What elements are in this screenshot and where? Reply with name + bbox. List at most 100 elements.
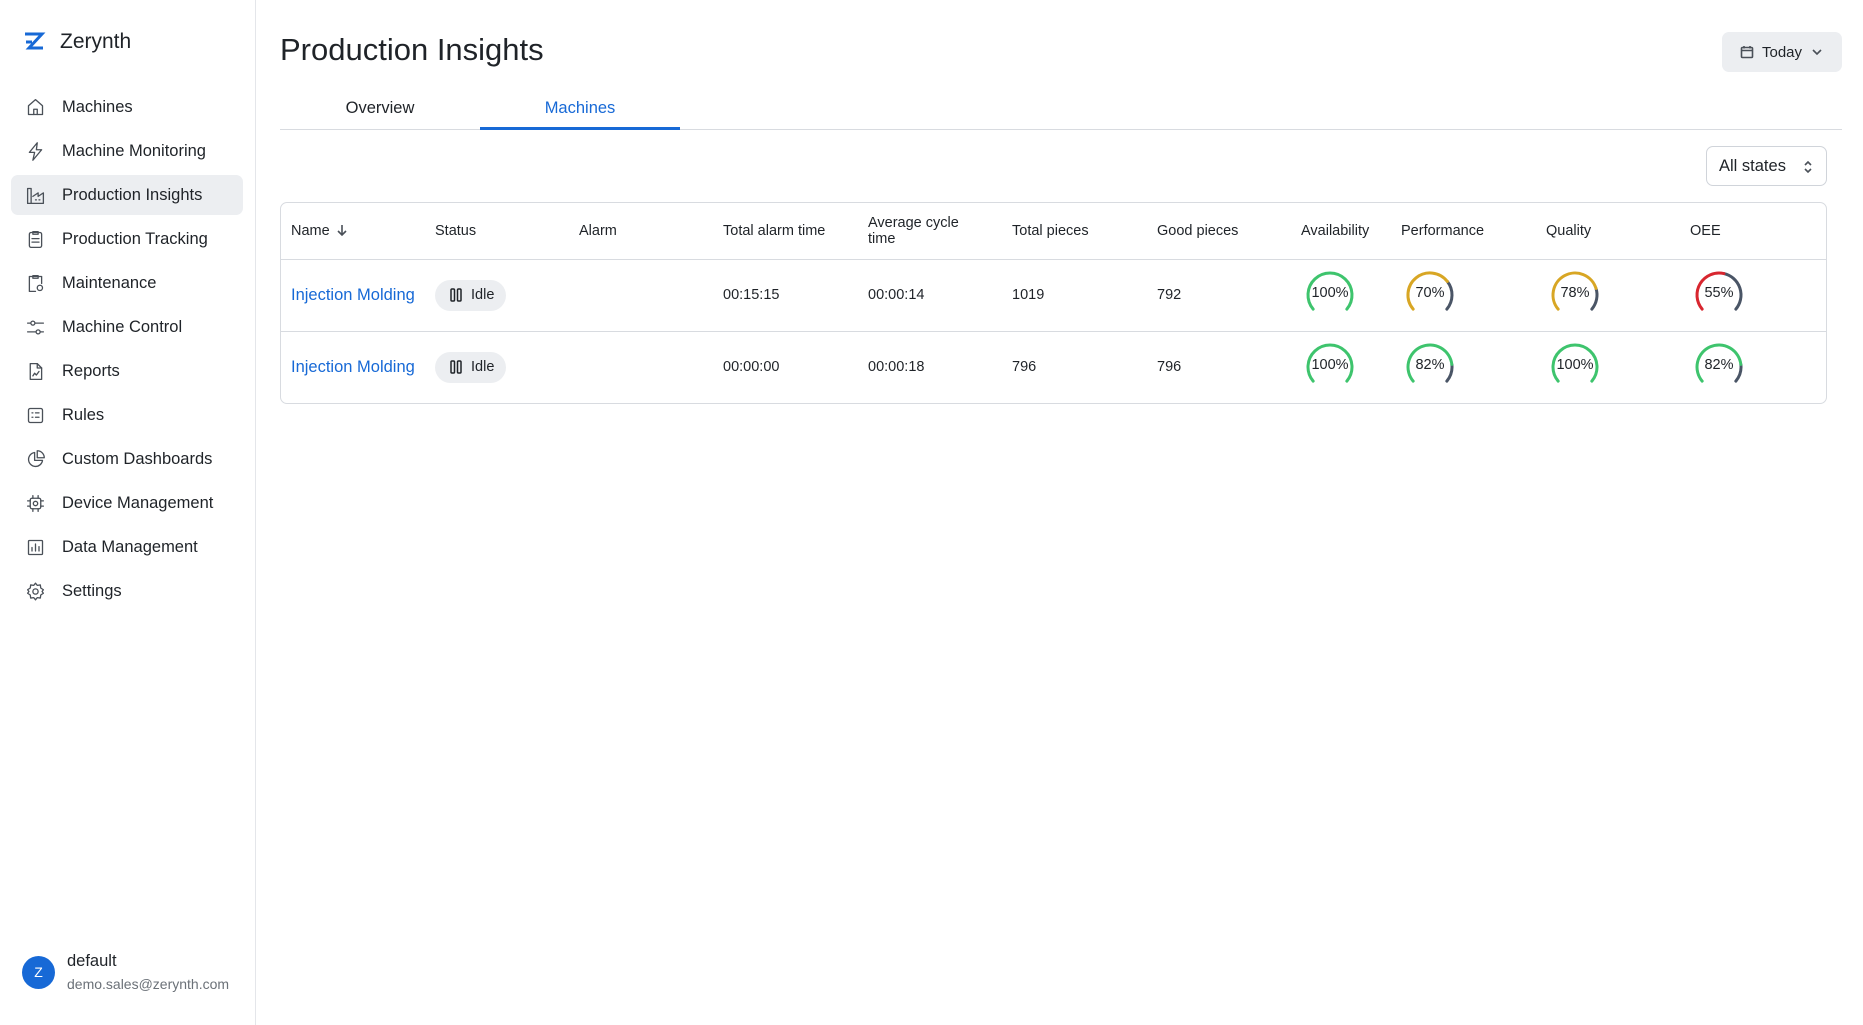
sidebar-item-label: Production Tracking (62, 229, 208, 248)
column-header-name[interactable]: Name (281, 203, 425, 260)
gear-icon (24, 580, 46, 602)
sidebar-item-label: Reports (62, 361, 120, 380)
user-profile[interactable]: Z default demo.sales@zerynth.com (22, 952, 229, 992)
good-pieces-cell: 792 (1147, 259, 1291, 332)
date-filter-label: Today (1761, 43, 1803, 61)
gauge-value: 100% (1556, 357, 1594, 374)
oee-gauge: 55% (1690, 269, 1748, 321)
table-header-row: Name Status Alarm Total alarm time Avera… (281, 203, 1826, 260)
gauge-value: 70% (1415, 285, 1445, 301)
alarm-cell (569, 331, 713, 403)
performance-gauge: 70% (1401, 269, 1459, 321)
sidebar-item-production-tracking[interactable]: Production Tracking (11, 219, 243, 259)
column-header-label: Name (291, 222, 330, 239)
user-name: default (67, 952, 117, 970)
pause-icon (450, 288, 462, 302)
status-badge: Idle (435, 351, 507, 383)
average-cycle-time-cell: 00:00:14 (858, 259, 1002, 332)
sidebar-item-label: Maintenance (62, 273, 157, 292)
availability-gauge: 100% (1301, 269, 1359, 321)
total-alarm-time-cell: 00:00:00 (723, 359, 780, 376)
quality-gauge: 100% (1546, 341, 1604, 393)
gauge-value: 55% (1704, 285, 1734, 301)
sidebar-item-label: Rules (62, 405, 105, 424)
sidebar-item-custom-dashboards[interactable]: Custom Dashboards (11, 439, 243, 479)
total-pieces-cell: 1019 (1002, 259, 1147, 332)
sidebar-item-production-insights[interactable]: Production Insights (11, 175, 243, 215)
availability-gauge: 100% (1301, 341, 1359, 393)
sidebar-item-label: Machine Control (62, 317, 183, 336)
sidebar-item-label: Production Insights (62, 185, 203, 204)
date-filter-button[interactable]: Today (1722, 32, 1842, 72)
gauge-value: 78% (1560, 285, 1590, 301)
average-cycle-time-cell: 00:00:18 (868, 359, 925, 376)
checklist-icon (24, 404, 46, 426)
state-filter-select[interactable]: All states (1706, 146, 1827, 186)
brand-name: Zerynth (60, 30, 132, 53)
chip-gear-icon (24, 492, 46, 514)
sidebar-item-label: Custom Dashboards (62, 449, 213, 468)
column-header-quality: Quality (1536, 203, 1680, 260)
column-header-total-pieces: Total pieces (1002, 203, 1147, 260)
total-alarm-time-cell: 00:15:15 (713, 259, 858, 332)
sidebar-item-label: Data Management (62, 537, 198, 556)
quality-gauge: 78% (1546, 269, 1604, 321)
page-title: Production Insights (280, 32, 544, 67)
column-header-performance: Performance (1391, 203, 1536, 260)
performance-gauge: 82% (1401, 341, 1459, 393)
status-label: Idle (471, 359, 495, 376)
status-badge: Idle (435, 279, 507, 311)
sliders-icon (24, 316, 46, 338)
clipboard-icon (24, 228, 46, 250)
chevron-up-down-icon (1804, 160, 1812, 174)
clipboard-gear-icon (24, 272, 46, 294)
sidebar-item-maintenance[interactable]: Maintenance (11, 263, 243, 303)
sidebar-item-label: Settings (62, 581, 122, 600)
sidebar-item-label: Machines (62, 97, 133, 116)
sidebar-item-device-management[interactable]: Device Management (11, 483, 243, 523)
brand[interactable]: Zerynth (22, 30, 131, 54)
column-header-total-alarm-time: Total alarm time (713, 203, 858, 260)
document-chart-icon (24, 360, 46, 382)
bar-chart-icon (24, 536, 46, 558)
pie-chart-icon (24, 448, 46, 470)
gauge-value: 100% (1311, 357, 1349, 374)
machine-name-link[interactable]: Injection Molding (291, 358, 415, 376)
sidebar-item-label: Device Management (62, 493, 214, 512)
sidebar: Zerynth Machines Machine Monitoring Prod… (0, 0, 256, 1025)
sidebar-item-rules[interactable]: Rules (11, 395, 243, 435)
sidebar-item-machine-control[interactable]: Machine Control (11, 307, 243, 347)
user-email: demo.sales@zerynth.com (67, 976, 230, 992)
column-header-oee: OEE (1680, 203, 1826, 260)
machine-name-link[interactable]: Injection Molding (291, 286, 415, 304)
tab-bar: Overview Machines (280, 90, 1842, 130)
lightning-icon (24, 140, 46, 162)
tab-overview[interactable]: Overview (280, 90, 480, 130)
calendar-icon (1740, 46, 1754, 59)
table-row[interactable]: Injection Molding Idle 00:00:00 00:00:18… (281, 331, 1826, 403)
sidebar-item-data-management[interactable]: Data Management (11, 527, 243, 567)
sidebar-item-settings[interactable]: Settings (11, 571, 243, 611)
gauge-value: 82% (1415, 357, 1445, 374)
pause-icon (450, 360, 462, 374)
sidebar-nav: Machines Machine Monitoring Production I… (11, 87, 243, 615)
sidebar-item-machine-monitoring[interactable]: Machine Monitoring (11, 131, 243, 171)
sidebar-item-reports[interactable]: Reports (11, 351, 243, 391)
tab-machines[interactable]: Machines (480, 90, 680, 130)
column-header-average-cycle-time: Average cycle time (858, 203, 1002, 260)
column-header-good-pieces: Good pieces (1147, 203, 1291, 260)
state-filter-value: All states (1719, 156, 1786, 175)
status-label: Idle (471, 287, 495, 303)
sidebar-item-machines[interactable]: Machines (11, 87, 243, 127)
column-header-status: Status (425, 203, 569, 260)
total-pieces-cell: 796 (1012, 359, 1037, 376)
good-pieces-cell: 796 (1157, 359, 1182, 376)
table-row[interactable]: Injection Molding Idle 00:15:15 00:00:14… (281, 259, 1826, 332)
home-icon (24, 96, 46, 118)
alarm-cell (569, 259, 713, 332)
avatar: Z (22, 955, 55, 989)
arrow-down-icon[interactable] (336, 224, 348, 236)
chevron-down-icon (1812, 49, 1822, 56)
machines-table: Name Status Alarm Total alarm time Avera… (280, 202, 1827, 404)
oee-gauge: 82% (1690, 341, 1748, 393)
